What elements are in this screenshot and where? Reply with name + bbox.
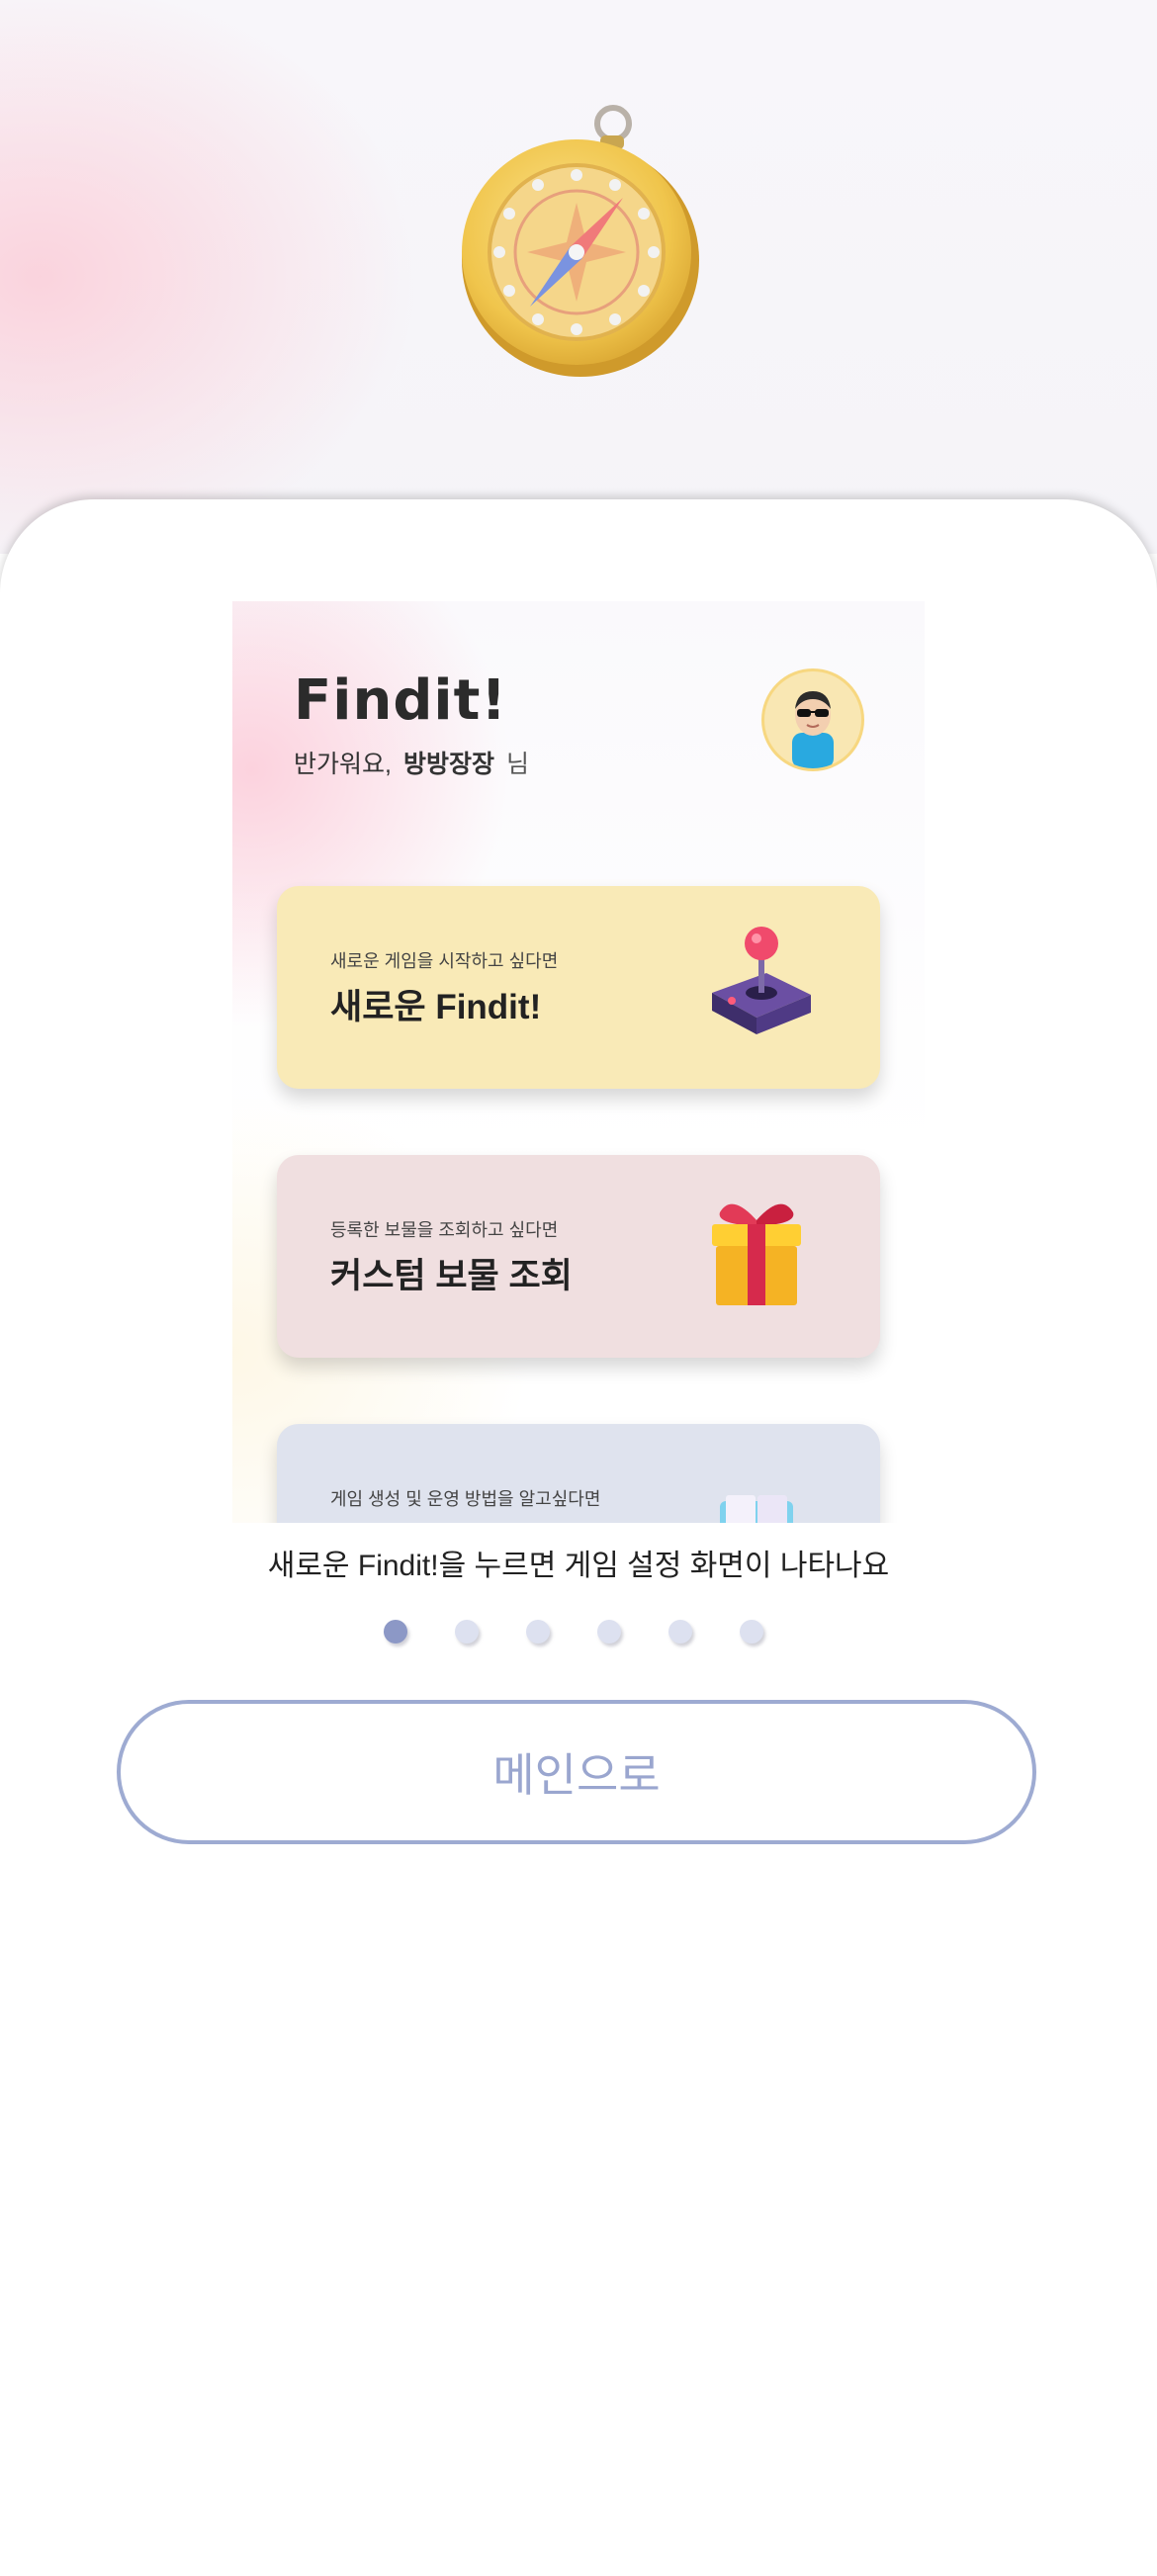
card-subtitle: 등록한 보물을 조회하고 싶다면: [330, 1220, 559, 1240]
card-new-game[interactable]: 새로운 게임을 시작하고 싶다면 새로운 Findit!: [277, 886, 880, 1089]
honorific-suffix: 님: [505, 751, 529, 778]
card-title: 커스텀 보물 조회: [330, 1257, 573, 1295]
compass-icon: [462, 105, 699, 377]
book-icon: [720, 1495, 793, 1523]
page-dot-4[interactable]: [597, 1620, 621, 1643]
page-dot-2[interactable]: [455, 1620, 479, 1643]
card-guide[interactable]: 게임 생성 및 운영 방법을 알고싶다면: [277, 1424, 880, 1523]
card-custom-treasure[interactable]: 등록한 보물을 조회하고 싶다면 커스텀 보물 조회: [277, 1155, 880, 1358]
card-subtitle: 게임 생성 및 운영 방법을 알고싶다면: [330, 1489, 601, 1509]
joystick-icon: [712, 927, 811, 1034]
page-dot-3[interactable]: [526, 1620, 550, 1643]
tutorial-caption: 새로운 Findit!을 누르면 게임 설정 화면이 나타나요: [267, 1550, 890, 1582]
page-dot-1[interactable]: [384, 1620, 407, 1643]
card-subtitle: 새로운 게임을 시작하고 싶다면: [330, 951, 559, 971]
card-title: 새로운 Findit!: [330, 988, 542, 1026]
go-to-main-button[interactable]: 메인으로: [117, 1700, 1036, 1844]
nickname: 방방장장: [402, 751, 494, 778]
greeting-label: 반가워요,: [294, 751, 392, 778]
tutorial-preview: Findit! 반가워요, 방방장장 님 새로운 게임을 시작하고 싶다면 새로운 …: [232, 601, 925, 1523]
user-avatar-icon: [792, 691, 834, 768]
greeting-text: 반가워요, 방방장장 님: [294, 745, 529, 780]
page-dot-5[interactable]: [668, 1620, 692, 1643]
app-title: Findit!: [294, 668, 507, 733]
gift-icon: [712, 1203, 801, 1305]
avatar: [761, 668, 864, 771]
page-indicator: [384, 1620, 779, 1649]
page-dot-6[interactable]: [740, 1620, 763, 1643]
